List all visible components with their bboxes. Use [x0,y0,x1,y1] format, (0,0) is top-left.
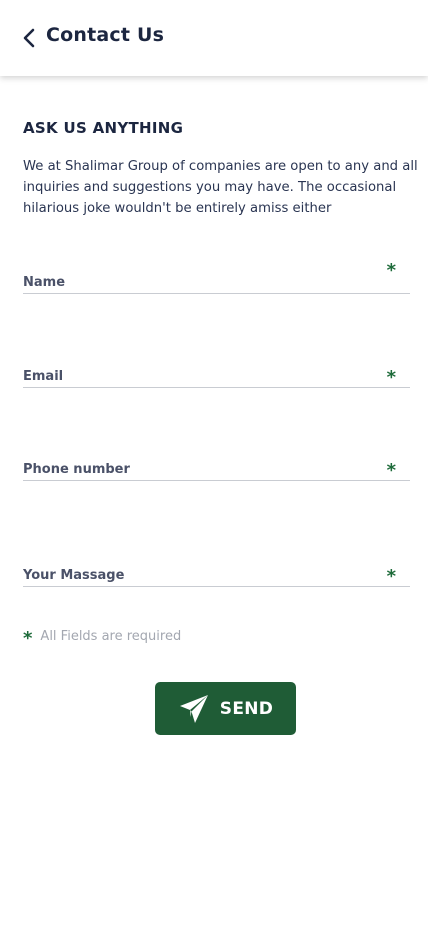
message-field: * [23,557,410,587]
required-marker: * [386,460,396,481]
email-field: * [23,358,410,388]
required-note-text: All Fields are required [40,629,182,644]
required-marker: * [386,566,396,587]
message-input[interactable] [23,557,373,586]
name-input[interactable] [23,264,373,293]
phone-input[interactable] [23,451,373,480]
back-button[interactable] [18,24,40,52]
required-marker: * [386,367,396,388]
send-button-label: SEND [219,698,274,719]
email-input[interactable] [23,358,373,387]
send-button[interactable]: SEND [155,682,296,735]
required-note: * All Fields are required [23,624,181,649]
name-field: * [23,260,410,294]
send-icon [179,694,208,723]
section-title: ASK US ANYTHING [23,119,184,137]
app-header: Contact Us [0,0,428,76]
chevron-left-icon [23,28,35,48]
required-marker: * [23,628,33,649]
required-marker: * [386,260,396,281]
page-title: Contact Us [46,24,165,46]
phone-field: * [23,451,410,481]
intro-text: We at Shalimar Group of companies are op… [23,159,418,216]
